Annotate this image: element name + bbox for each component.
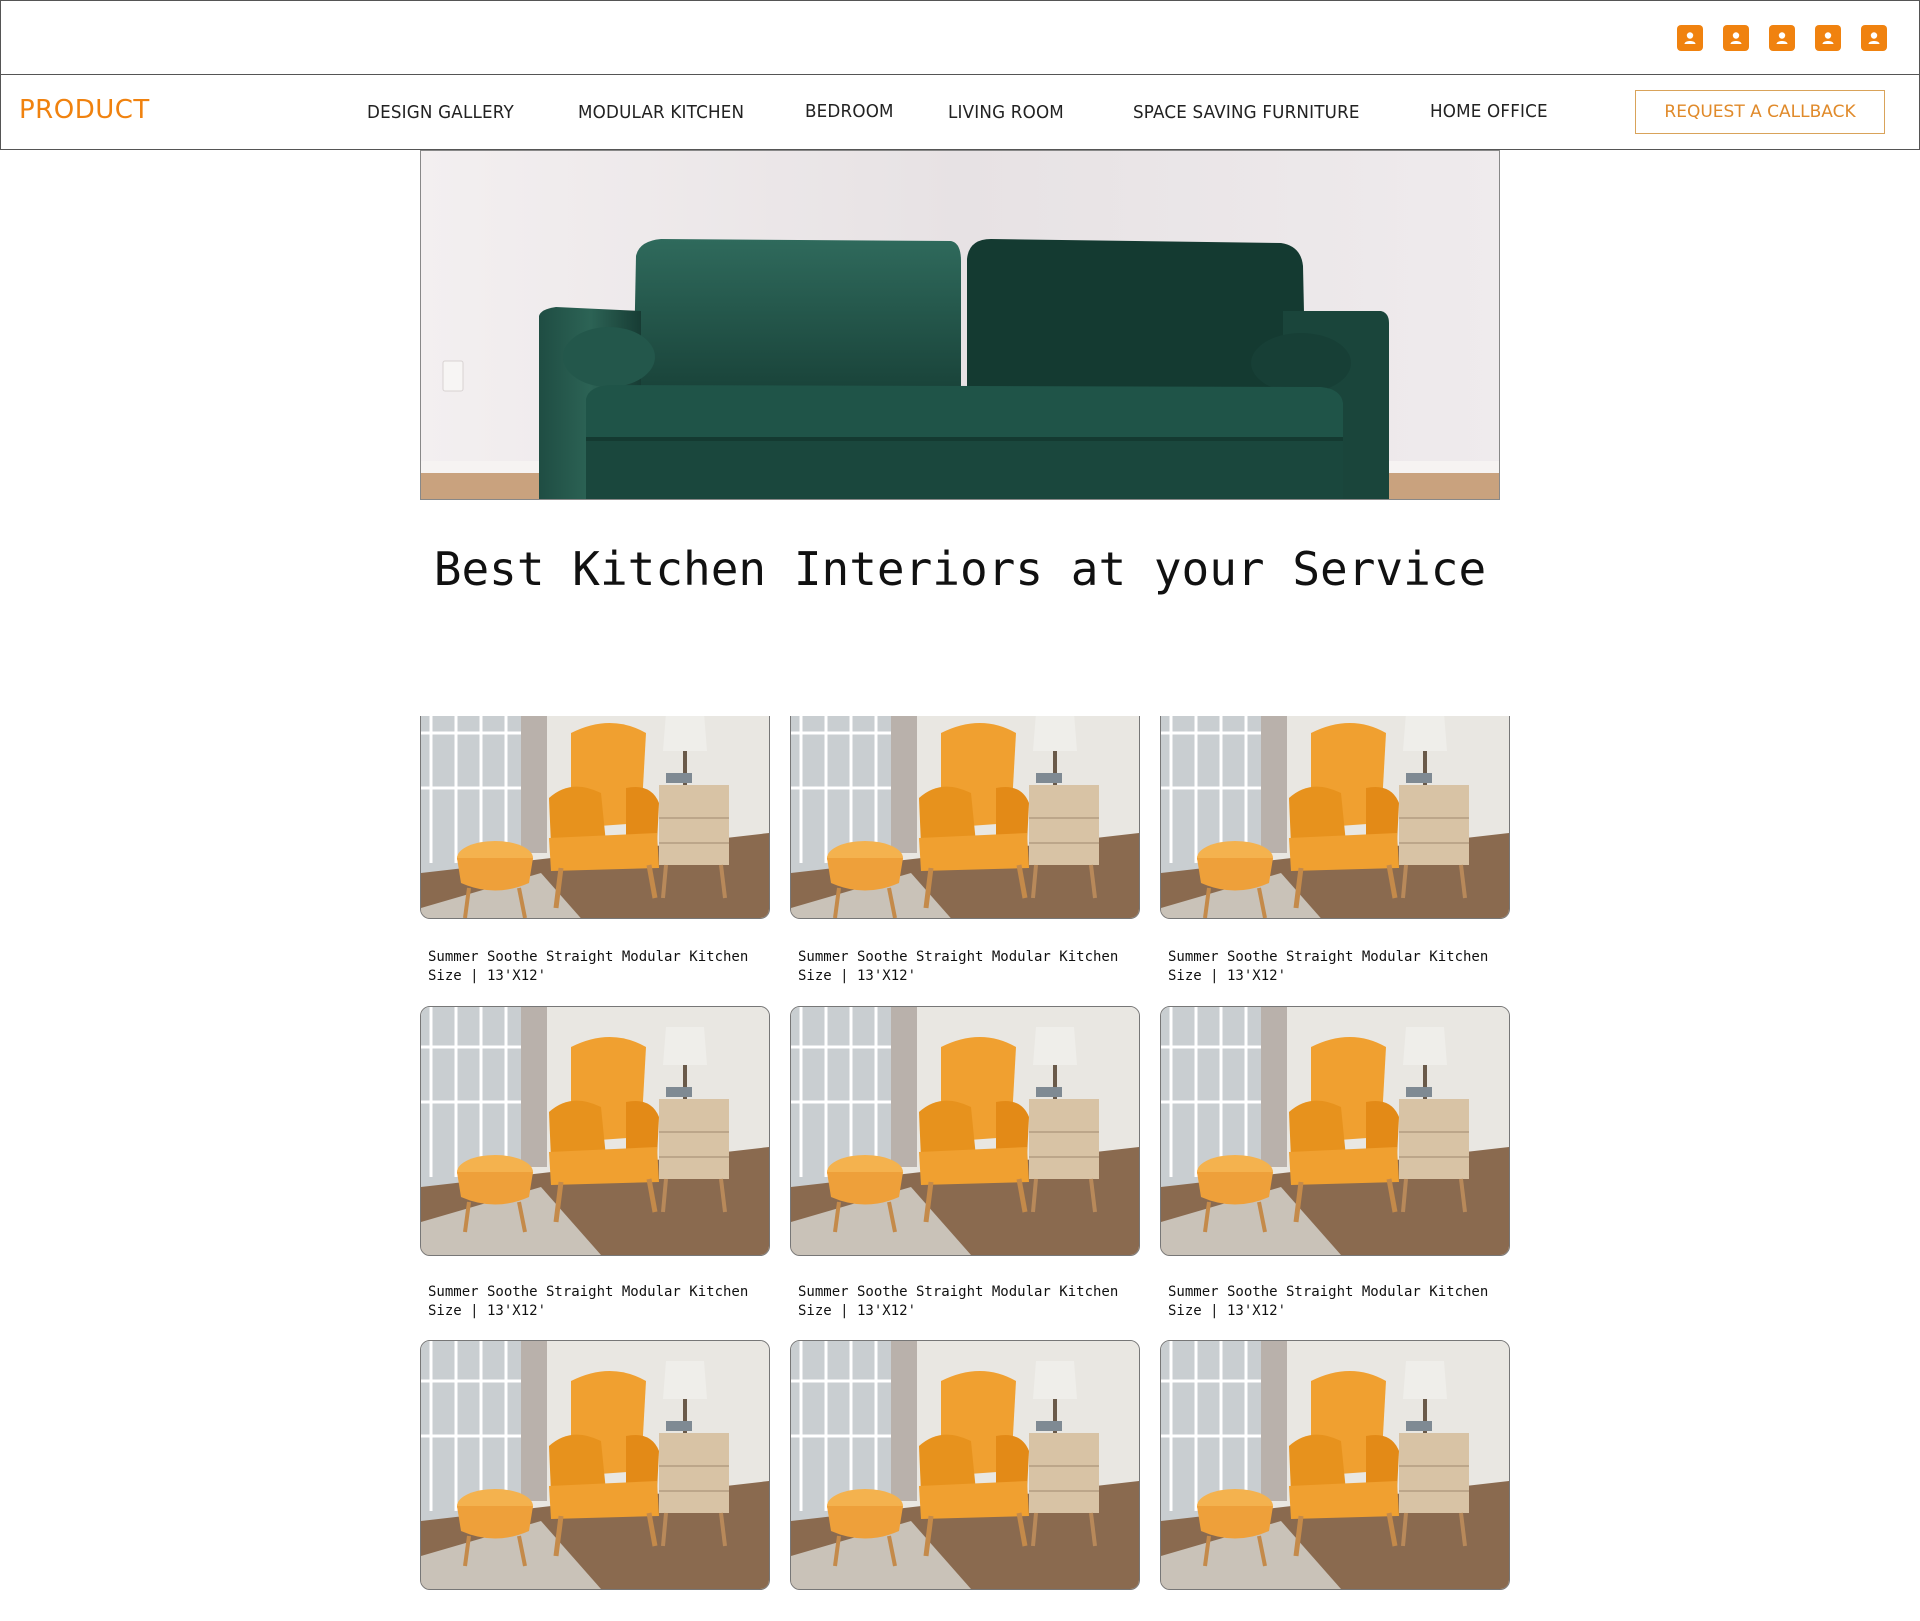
product-card-image[interactable]	[1160, 1340, 1510, 1590]
product-card-image[interactable]	[420, 1006, 770, 1256]
product-card-image[interactable]	[420, 1340, 770, 1590]
product-title: Summer Soothe Straight Modular Kitchen	[1168, 1284, 1489, 1300]
nav-item-modular-kitchen[interactable]: MODULAR KITCHEN	[578, 102, 744, 123]
product-caption[interactable]: Summer Soothe Straight Modular Kitchen Si…	[790, 948, 1138, 986]
brand-logo[interactable]: PRODUCT	[19, 95, 150, 125]
product-size: Size | 13'X12'	[428, 1303, 547, 1319]
product-title: Summer Soothe Straight Modular Kitchen	[798, 949, 1119, 965]
armchair-photo	[421, 1341, 769, 1589]
user-icon[interactable]	[1815, 25, 1841, 51]
product-size: Size | 13'X12'	[1168, 968, 1287, 984]
armchair-photo	[421, 716, 769, 918]
hero-headline: Best Kitchen Interiors at your Service	[433, 542, 1487, 596]
user-icon[interactable]	[1723, 25, 1749, 51]
user-icon[interactable]	[1677, 25, 1703, 51]
armchair-photo	[1161, 716, 1509, 918]
product-caption[interactable]: Summer Soothe Straight Modular Kitchen Si…	[420, 1283, 768, 1321]
product-title: Summer Soothe Straight Modular Kitchen	[1168, 949, 1489, 965]
product-caption[interactable]: Summer Soothe Straight Modular Kitchen Si…	[790, 1283, 1138, 1321]
nav-item-design-gallery[interactable]: DESIGN GALLERY	[367, 102, 514, 123]
nav-item-space-saving-furniture[interactable]: SPACE SAVING FURNITURE	[1133, 102, 1360, 123]
product-caption[interactable]: Summer Soothe Straight Modular Kitchen Si…	[420, 948, 768, 986]
product-card-image[interactable]	[1160, 1006, 1510, 1256]
product-size: Size | 13'X12'	[798, 968, 917, 984]
product-caption[interactable]: Summer Soothe Straight Modular Kitchen Si…	[1160, 948, 1508, 986]
product-card-image[interactable]	[790, 1340, 1140, 1590]
product-title: Summer Soothe Straight Modular Kitchen	[798, 1284, 1119, 1300]
armchair-photo	[1161, 1341, 1509, 1589]
product-size: Size | 13'X12'	[1168, 1303, 1287, 1319]
product-size: Size | 13'X12'	[798, 1303, 917, 1319]
top-utility-bar	[0, 0, 1920, 76]
product-caption[interactable]: Summer Soothe Straight Modular Kitchen Si…	[1160, 1283, 1508, 1321]
product-title: Summer Soothe Straight Modular Kitchen	[428, 949, 749, 965]
product-size: Size | 13'X12'	[428, 968, 547, 984]
product-card-image[interactable]	[790, 1006, 1140, 1256]
nav-item-living-room[interactable]: LIVING ROOM	[948, 102, 1064, 123]
armchair-photo	[791, 716, 1139, 918]
armchair-photo	[1161, 1007, 1509, 1255]
user-icon[interactable]	[1769, 25, 1795, 51]
armchair-photo	[421, 1007, 769, 1255]
armchair-photo	[791, 1341, 1139, 1589]
green-sofa-photo	[421, 151, 1499, 499]
product-card-image[interactable]	[1160, 716, 1510, 919]
product-card-image[interactable]	[790, 716, 1140, 919]
user-icon-group	[1677, 25, 1887, 51]
nav-item-home-office[interactable]: HOME OFFICE	[1430, 101, 1548, 122]
nav-item-bedroom[interactable]: BEDROOM	[805, 101, 894, 122]
hero-image	[420, 150, 1500, 500]
armchair-photo	[791, 1007, 1139, 1255]
product-title: Summer Soothe Straight Modular Kitchen	[428, 1284, 749, 1300]
main-navbar: PRODUCT DESIGN GALLERY MODULAR KITCHEN B…	[0, 74, 1920, 150]
user-icon[interactable]	[1861, 25, 1887, 51]
product-card-image[interactable]	[420, 716, 770, 919]
request-callback-button[interactable]: REQUEST A CALLBACK	[1635, 90, 1885, 134]
